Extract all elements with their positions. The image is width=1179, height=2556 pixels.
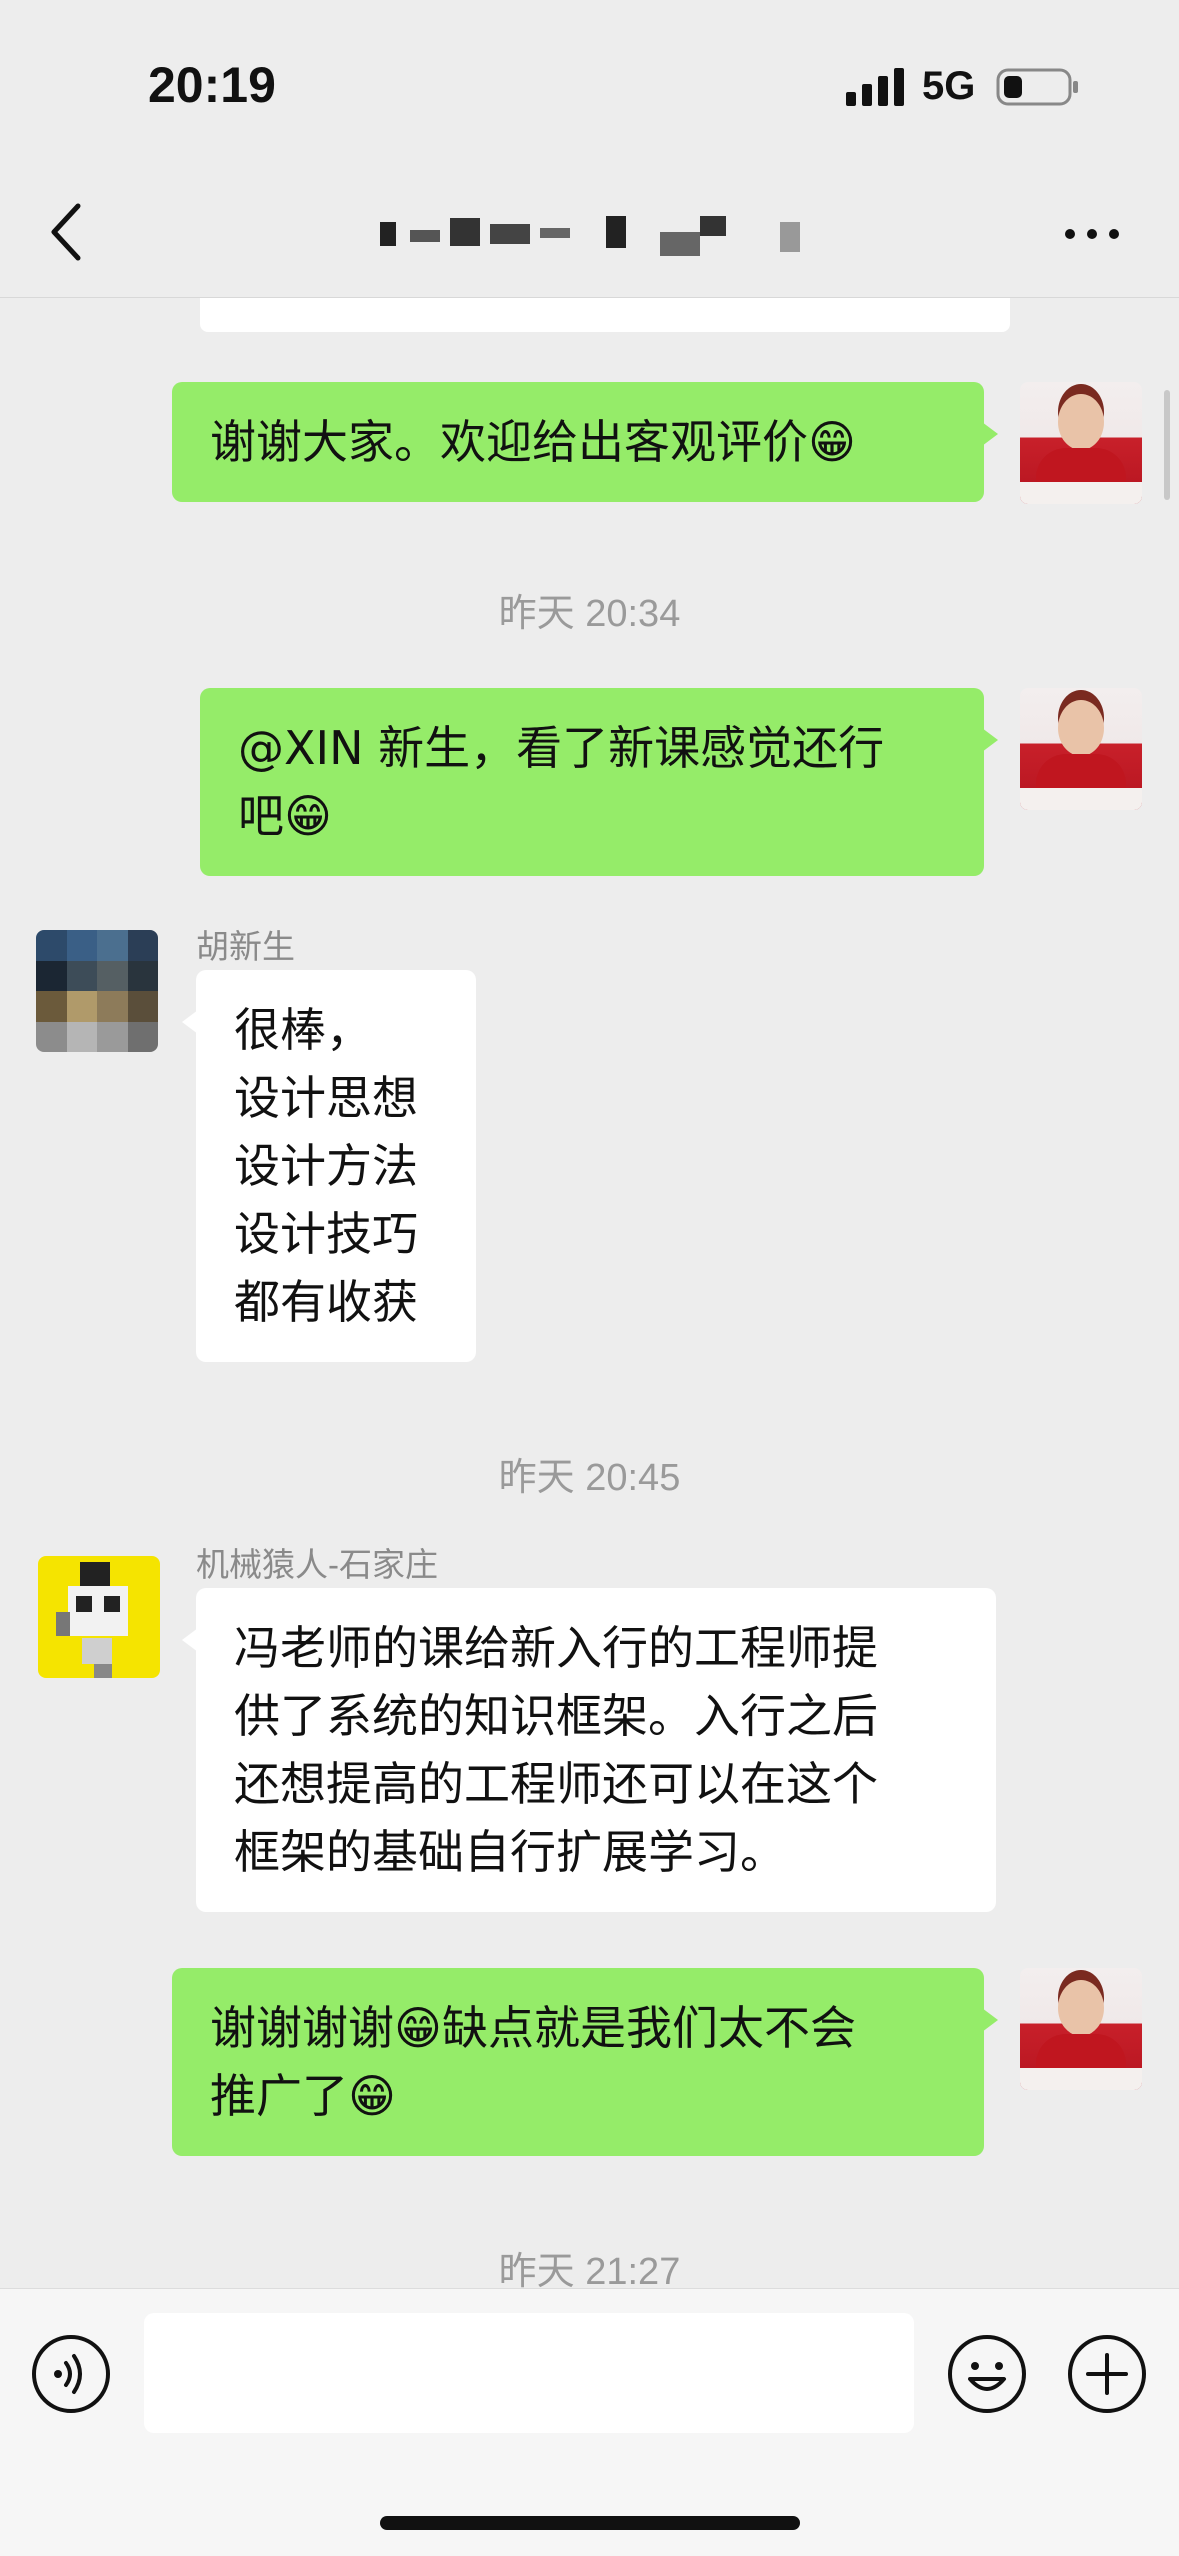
sender-name: 胡新生 [196,928,295,965]
self-avatar[interactable] [1020,1968,1142,2090]
message-bubble-self[interactable]: @XIN 新生，看了新课感觉还行 吧😁 [200,688,998,876]
sender-name: 机械猿人-石家庄 [196,1546,438,1583]
status-time: 20:19 [148,57,276,113]
timestamp: 昨天 20:34 [498,593,681,635]
nav-bar [0,170,1179,298]
self-avatar[interactable] [1020,382,1142,504]
voice-icon[interactable] [30,2333,112,2415]
message-bubble-self[interactable]: 谢谢谢谢😁缺点就是我们太不会 推广了😁 [172,1968,998,2156]
contact-avatar[interactable] [36,930,158,1052]
message-bubble-other[interactable]: 冯老师的课给新入行的工程师提 供了系统的知识框架。入行之后 还想提高的工程师还可… [182,1588,996,1912]
message-bubble-self[interactable]: 谢谢大家。欢迎给出客观评价😁 [172,382,998,502]
message-list[interactable]: 谢谢大家。欢迎给出客观评价😁 昨天 20:34 @XIN 新生，看了新课感觉还行… [0,298,1179,2288]
self-avatar[interactable] [1020,688,1142,810]
ellipsis-icon[interactable] [1060,214,1124,254]
home-indicator[interactable] [380,2516,800,2530]
timestamp: 昨天 20:45 [498,1457,681,1499]
contact-avatar[interactable] [38,1556,160,1678]
message-bubble-other[interactable]: 很棒， 设计思想 设计方法 设计技巧 都有收获 [182,970,476,1362]
network-label: 5G [922,64,976,108]
status-bar: 20:19 5G [0,0,1179,170]
message-input[interactable] [144,2313,914,2433]
battery-icon [996,68,1078,106]
plus-icon[interactable] [1066,2333,1148,2415]
scroll-indicator [1164,390,1170,500]
emoji-icon[interactable] [946,2333,1028,2415]
signal-icon [846,66,906,106]
chevron-left-icon[interactable] [46,200,86,264]
partial-message-bubble [200,298,1010,332]
timestamp: 昨天 21:27 [498,2251,681,2288]
chat-title-redacted [370,212,910,256]
